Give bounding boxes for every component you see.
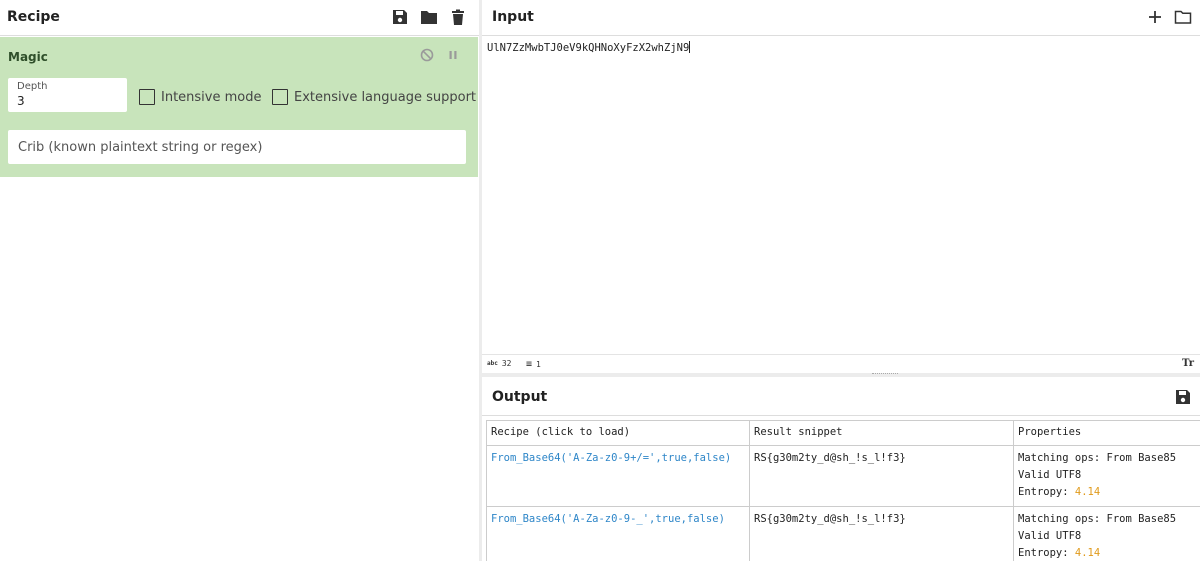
- intensive-mode-label: Intensive mode: [161, 89, 262, 105]
- length-indicator: abc 32: [487, 359, 511, 368]
- output-pane: Output Recipe (click to load) Result sni…: [482, 377, 1200, 561]
- entropy-value: 4.14: [1074, 547, 1101, 559]
- input-value: UlN7ZzMwbTJ0eV9kQHNoXyFzX2whZjN9: [487, 42, 690, 54]
- properties-cell: Matching ops: From Base85 Valid UTF8 Ent…: [1013, 445, 1200, 507]
- entropy-label: Entropy:: [1018, 547, 1075, 559]
- text-format-icon[interactable]: Tr: [1182, 358, 1194, 369]
- input-toolbar: [1146, 8, 1192, 26]
- disable-icon[interactable]: [420, 48, 434, 62]
- table-header-row: Recipe (click to load) Result snippet Pr…: [486, 420, 1200, 446]
- magic-operation: Magic Depth 3 Intensive mode Extensive l…: [0, 37, 478, 177]
- lines-icon: ≡: [526, 359, 533, 370]
- checkbox-box: [139, 89, 155, 105]
- properties-cell: Matching ops: From Base85 Valid UTF8 Ent…: [1013, 506, 1200, 561]
- input-pane: Input UlN7ZzMwbTJ0eV9kQHNoXyFzX2whZjN9 a…: [482, 0, 1200, 373]
- output-header: Output: [482, 377, 1200, 416]
- save-icon[interactable]: [391, 8, 409, 26]
- length-value: 32: [501, 359, 512, 368]
- result-snippet: RS{g30m2ty_d@sh_!s_l!f3}: [749, 506, 1014, 561]
- utf8-status: Valid UTF8: [1018, 469, 1082, 481]
- matching-ops: Matching ops: From Base85: [1018, 513, 1177, 525]
- column-header: Properties: [1013, 420, 1200, 446]
- crib-input[interactable]: Crib (known plaintext string or regex): [8, 130, 466, 164]
- folder-open-icon[interactable]: [1174, 8, 1192, 26]
- matching-ops: Matching ops: From Base85: [1018, 452, 1177, 464]
- table-row: From_Base64('A-Za-z0-9-_',true,false) RS…: [486, 506, 1200, 561]
- recipe-title: Recipe: [7, 9, 60, 25]
- lines-indicator: ≡ 1: [526, 359, 541, 370]
- extensive-language-label: Extensive language support: [294, 89, 477, 105]
- resize-grip[interactable]: [872, 373, 898, 376]
- depth-field[interactable]: Depth 3: [8, 78, 127, 112]
- input-textarea[interactable]: UlN7ZzMwbTJ0eV9kQHNoXyFzX2whZjN9: [487, 41, 691, 54]
- utf8-status: Valid UTF8: [1018, 530, 1082, 542]
- plus-icon[interactable]: [1146, 8, 1164, 26]
- depth-label: Depth: [17, 81, 48, 92]
- result-snippet: RS{g30m2ty_d@sh_!s_l!f3}: [749, 445, 1014, 507]
- abc-icon: abc: [487, 360, 498, 367]
- pause-icon[interactable]: [446, 48, 460, 62]
- recipe-link[interactable]: From_Base64('A-Za-z0-9-_',true,false): [486, 506, 750, 561]
- table-row: From_Base64('A-Za-z0-9+/=',true,false) R…: [486, 445, 1200, 507]
- entropy-line: Entropy: 4.14: [1018, 545, 1196, 561]
- column-header: Result snippet: [749, 420, 1014, 446]
- folder-icon[interactable]: [420, 8, 438, 26]
- recipe-link[interactable]: From_Base64('A-Za-z0-9+/=',true,false): [486, 445, 750, 507]
- output-title: Output: [492, 389, 548, 405]
- save-output-icon[interactable]: [1174, 388, 1192, 406]
- recipe-header: Recipe: [0, 0, 479, 36]
- recipe-pane: Recipe Magic Depth 3 Intensive mode Exte…: [0, 0, 479, 561]
- intensive-mode-checkbox[interactable]: Intensive mode: [139, 89, 261, 105]
- crib-placeholder: Crib (known plaintext string or regex): [18, 140, 263, 155]
- extensive-language-checkbox[interactable]: Extensive language support: [272, 89, 476, 105]
- depth-value: 3: [17, 94, 25, 108]
- column-header: Recipe (click to load): [486, 420, 750, 446]
- text-caret: [689, 41, 691, 53]
- magic-results-table: Recipe (click to load) Result snippet Pr…: [486, 420, 1200, 561]
- entropy-label: Entropy:: [1018, 486, 1075, 498]
- operation-title: Magic: [8, 50, 48, 64]
- entropy-value: 4.14: [1074, 486, 1101, 498]
- checkbox-box: [272, 89, 288, 105]
- entropy-line: Entropy: 4.14: [1018, 484, 1196, 501]
- input-status-bar: abc 32 ≡ 1 Tr: [482, 354, 1200, 372]
- operation-controls: [420, 48, 460, 62]
- input-title: Input: [492, 9, 534, 25]
- lines-value: 1: [536, 360, 541, 369]
- recipe-toolbar: [391, 8, 467, 26]
- trash-icon[interactable]: [449, 8, 467, 26]
- input-header: Input: [482, 0, 1200, 36]
